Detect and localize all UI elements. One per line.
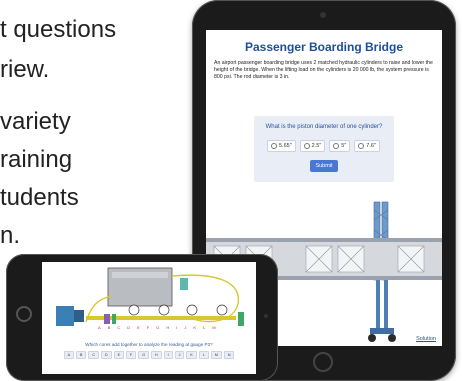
marketing-line: variety bbox=[0, 108, 71, 135]
option-label: 5.65" bbox=[279, 143, 292, 149]
page-title: Passenger Boarding Bridge bbox=[244, 40, 404, 54]
choice-chip[interactable]: K bbox=[186, 351, 197, 359]
choice-chip[interactable]: C bbox=[88, 351, 99, 359]
solution-link[interactable]: Solution bbox=[416, 336, 436, 342]
choice-chip[interactable]: I bbox=[163, 351, 173, 359]
radio-icon bbox=[333, 143, 340, 149]
radio-icon bbox=[303, 143, 310, 149]
marketing-line: tudents bbox=[0, 184, 79, 211]
tablet-camera bbox=[320, 12, 326, 18]
choice-chip[interactable]: L bbox=[198, 351, 209, 359]
choice-chip[interactable]: E bbox=[113, 351, 124, 359]
phone-camera bbox=[264, 314, 268, 318]
radio-icon bbox=[358, 143, 365, 149]
option-label: 2.5" bbox=[311, 143, 322, 149]
choice-chips: A B C D E F G H I J K L M N bbox=[54, 351, 244, 359]
phone-device: A B C D E F G H I J K L M Which cores ad… bbox=[6, 254, 278, 381]
circuit-letter: C bbox=[117, 325, 121, 330]
circuit-letter-labels: A B C D E F G H I J K L M bbox=[98, 325, 216, 330]
circuit-letter: I bbox=[176, 325, 178, 330]
marketing-line: n. bbox=[0, 222, 21, 249]
home-button[interactable] bbox=[16, 306, 32, 322]
radio-icon bbox=[271, 143, 277, 149]
circuit-letter: J bbox=[184, 325, 187, 330]
answer-option[interactable]: 2.5" bbox=[299, 140, 326, 152]
option-label: 5" bbox=[341, 143, 347, 149]
choice-chip[interactable]: N bbox=[223, 351, 235, 359]
circuit-letter: B bbox=[107, 325, 111, 330]
problem-description: An airport passenger boarding bridge use… bbox=[214, 60, 433, 80]
circuit-letter: E bbox=[137, 325, 140, 330]
answer-option[interactable]: 7.6" bbox=[354, 140, 380, 152]
marketing-line: riew. bbox=[0, 56, 50, 83]
choice-chip[interactable]: H bbox=[151, 351, 162, 359]
choice-chip[interactable]: M bbox=[210, 351, 222, 359]
question-card: What is the piston diameter of one cylin… bbox=[254, 116, 394, 182]
choice-chip[interactable]: D bbox=[100, 351, 112, 359]
phone-question: Which cores add together to analyze the … bbox=[85, 342, 213, 347]
marketing-line: raining bbox=[0, 146, 73, 173]
circuit-letter: G bbox=[156, 325, 160, 330]
marketing-line: t questions bbox=[0, 16, 117, 43]
circuit-letter: L bbox=[203, 325, 206, 330]
choice-chip[interactable]: G bbox=[138, 351, 149, 359]
circuit-letter: H bbox=[166, 325, 170, 330]
choice-chip[interactable]: B bbox=[75, 351, 87, 359]
answer-options: 5.65" 2.5" 5" 7.6" bbox=[267, 140, 380, 152]
choice-chip[interactable]: J bbox=[174, 351, 185, 359]
answer-option[interactable]: 5" bbox=[329, 140, 351, 152]
circuit-letter: M bbox=[212, 325, 216, 330]
phone-screen: A B C D E F G H I J K L M Which cores ad… bbox=[42, 262, 256, 374]
choice-chip[interactable]: A bbox=[63, 351, 74, 359]
submit-button[interactable]: Submit bbox=[310, 160, 338, 172]
choice-chip[interactable]: F bbox=[126, 351, 137, 359]
home-button[interactable] bbox=[313, 352, 333, 372]
option-label: 7.6" bbox=[366, 143, 376, 149]
circuit-letter: K bbox=[193, 325, 197, 330]
circuit-letter: F bbox=[146, 325, 150, 330]
answer-option[interactable]: 5.65" bbox=[267, 140, 296, 152]
circuit-letter: D bbox=[127, 325, 131, 330]
question-text: What is the piston diameter of one cylin… bbox=[265, 124, 383, 130]
circuit-letter: A bbox=[98, 325, 101, 330]
